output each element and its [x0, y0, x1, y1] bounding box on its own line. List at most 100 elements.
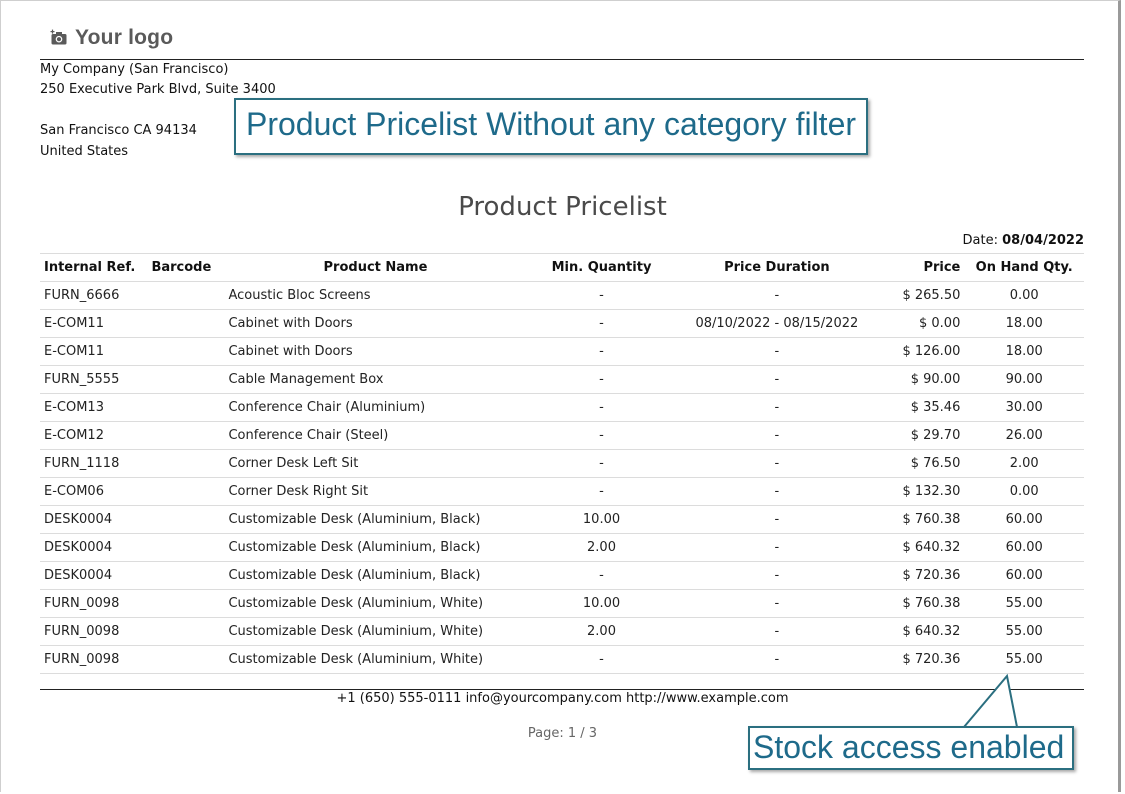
pricelist-table: Internal Ref. Barcode Product Name Min. … [40, 253, 1084, 674]
cell-price: $ 0.00 [877, 309, 965, 338]
cell-min-quantity: 10.00 [526, 505, 677, 534]
table-row: FURN_1118 Corner Desk Left Sit - - $ 76.50 2.… [40, 449, 1084, 478]
cell-min-quantity: 10.00 [526, 589, 677, 618]
cell-price: $ 640.32 [877, 617, 965, 646]
col-product-name: Product Name [224, 253, 527, 282]
cell-on-hand-qty: 2.00 [964, 449, 1084, 478]
cell-product-name: Customizable Desk (Aluminium, White) [224, 589, 527, 618]
cell-internal-ref: DESK0004 [40, 533, 148, 562]
cell-on-hand-qty: 60.00 [964, 533, 1084, 562]
cell-price: $ 90.00 [877, 365, 965, 394]
cell-internal-ref: E-COM11 [40, 309, 148, 338]
header-divider [40, 59, 1084, 60]
cell-barcode [147, 309, 225, 338]
cell-price: $ 132.30 [877, 477, 965, 506]
cell-internal-ref: FURN_0098 [40, 589, 148, 618]
cell-product-name: Acoustic Bloc Screens [224, 281, 527, 310]
cell-internal-ref: FURN_0098 [40, 617, 148, 646]
cell-barcode [147, 505, 225, 534]
footer-divider [40, 689, 1084, 690]
table-row: FURN_5555 Cable Management Box - - $ 90.00 90… [40, 365, 1084, 394]
cell-min-quantity: - [526, 421, 677, 450]
cell-internal-ref: DESK0004 [40, 505, 148, 534]
cell-on-hand-qty: 26.00 [964, 421, 1084, 450]
cell-min-quantity: - [526, 449, 677, 478]
table-row: DESK0004 Customizable Desk (Aluminium, Bl… [40, 533, 1084, 562]
cell-product-name: Cabinet with Doors [224, 309, 527, 338]
cell-barcode [147, 477, 225, 506]
cell-product-name: Customizable Desk (Aluminium, Black) [224, 561, 527, 590]
cell-price: $ 265.50 [877, 281, 965, 310]
cell-price: $ 760.38 [877, 589, 965, 618]
table-row: E-COM06 Corner Desk Right Sit - - $ 132.30 0.… [40, 477, 1084, 506]
cell-price-duration: - [676, 281, 878, 310]
cell-price: $ 720.36 [877, 561, 965, 590]
cell-on-hand-qty: 55.00 [964, 645, 1084, 674]
company-name: My Company (San Francisco) [40, 62, 229, 77]
col-internal-ref: Internal Ref. [40, 253, 148, 282]
cell-on-hand-qty: 55.00 [964, 617, 1084, 646]
report-date: Date: 08/04/2022 [963, 233, 1084, 248]
cell-internal-ref: FURN_5555 [40, 365, 148, 394]
company-logo: Your logo [50, 26, 173, 50]
cell-barcode [147, 617, 225, 646]
table-body: FURN_6666 Acoustic Bloc Screens - - $ 265.50… [40, 281, 1084, 674]
cell-internal-ref: FURN_6666 [40, 281, 148, 310]
cell-on-hand-qty: 60.00 [964, 561, 1084, 590]
cell-barcode [147, 561, 225, 590]
col-price: Price [877, 253, 965, 282]
cell-price-duration: - [676, 365, 878, 394]
cell-internal-ref: FURN_0098 [40, 645, 148, 674]
cell-price-duration: - [676, 505, 878, 534]
table-row: DESK0004 Customizable Desk (Aluminium, Bl… [40, 505, 1084, 534]
cell-barcode [147, 449, 225, 478]
cell-product-name: Customizable Desk (Aluminium, Black) [224, 533, 527, 562]
cell-product-name: Customizable Desk (Aluminium, White) [224, 617, 527, 646]
cell-price-duration: - [676, 449, 878, 478]
cell-on-hand-qty: 60.00 [964, 505, 1084, 534]
cell-min-quantity: - [526, 281, 677, 310]
cell-product-name: Corner Desk Right Sit [224, 477, 527, 506]
cell-internal-ref: FURN_1118 [40, 449, 148, 478]
date-label: Date: [962, 233, 998, 248]
date-value: 08/04/2022 [1002, 233, 1084, 248]
annotation-title-note: Product Pricelist Without any category f… [234, 98, 868, 155]
logo-text: Your logo [75, 26, 174, 49]
table-row: FURN_0098 Customizable Desk (Aluminium, W… [40, 617, 1084, 646]
cell-min-quantity: - [526, 393, 677, 422]
footer-contact: +1 (650) 555-0111 info@yourcompany.com h… [336, 691, 789, 706]
table-row: E-COM11 Cabinet with Doors -08/10/2022 - 0… [40, 309, 1084, 338]
cell-price-duration: - [676, 337, 878, 366]
cell-barcode [147, 645, 225, 674]
cell-internal-ref: E-COM13 [40, 393, 148, 422]
cell-price: $ 29.70 [877, 421, 965, 450]
cell-price-duration: - [676, 645, 878, 674]
col-price-duration: Price Duration [676, 253, 878, 282]
cell-on-hand-qty: 18.00 [964, 337, 1084, 366]
cell-price: $ 126.00 [877, 337, 965, 366]
cell-price: $ 76.50 [877, 449, 965, 478]
table-row: E-COM12 Conference Chair (Steel) - - $ 29.70… [40, 421, 1084, 450]
cell-on-hand-qty: 55.00 [964, 589, 1084, 618]
cell-product-name: Customizable Desk (Aluminium, Black) [224, 505, 527, 534]
cell-barcode [147, 393, 225, 422]
cell-internal-ref: DESK0004 [40, 561, 148, 590]
cell-internal-ref: E-COM06 [40, 477, 148, 506]
cell-product-name: Corner Desk Left Sit [224, 449, 527, 478]
cell-internal-ref: E-COM11 [40, 337, 148, 366]
cell-min-quantity: 2.00 [526, 617, 677, 646]
cell-on-hand-qty: 18.00 [964, 309, 1084, 338]
cell-price-duration: - [676, 477, 878, 506]
cell-on-hand-qty: 90.00 [964, 365, 1084, 394]
camera-icon [50, 29, 67, 45]
cell-min-quantity: - [526, 309, 677, 338]
cell-product-name: Conference Chair (Steel) [224, 421, 527, 450]
cell-price-duration: - [676, 617, 878, 646]
cell-product-name: Customizable Desk (Aluminium, White) [224, 645, 527, 674]
cell-price: $ 760.38 [877, 505, 965, 534]
company-city: San Francisco CA 94134 [40, 123, 197, 138]
cell-min-quantity: - [526, 477, 677, 506]
cell-on-hand-qty: 30.00 [964, 393, 1084, 422]
cell-price-duration: - [676, 533, 878, 562]
cell-min-quantity: 2.00 [526, 533, 677, 562]
